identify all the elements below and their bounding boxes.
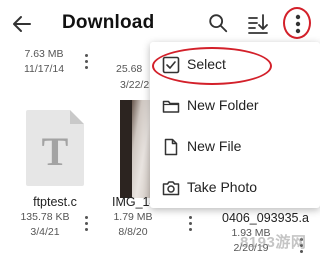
file-date: 11/17/14: [23, 63, 65, 75]
file-size: 1.79 MB: [113, 211, 153, 223]
menu-item-new-folder[interactable]: New Folder: [150, 86, 320, 126]
menu-item-new-file[interactable]: New File: [150, 127, 320, 167]
image-dark-region: [120, 100, 132, 198]
menu-item-label: New File: [187, 138, 242, 154]
file-date: 8/8/20: [118, 226, 148, 238]
text-file-icon: T: [41, 129, 69, 174]
page-fold: [70, 110, 84, 124]
menu-item-label: Take Photo: [187, 179, 258, 195]
menu-item-take-photo[interactable]: Take Photo: [150, 168, 320, 208]
file-name: ftptest.c: [33, 195, 77, 209]
highlight-ellipse-select: [152, 47, 272, 85]
page-title: Download: [62, 12, 155, 33]
file-date: 3/4/21: [30, 226, 60, 238]
text-file-thumbnail[interactable]: T: [26, 110, 84, 186]
file-options-icon[interactable]: [83, 54, 89, 72]
top-app-bar: Download: [0, 0, 320, 48]
file-size: 135.78 KB: [20, 211, 70, 223]
search-icon[interactable]: [207, 12, 229, 34]
sort-icon[interactable]: [246, 12, 270, 36]
watermark-text: 8193游网: [240, 234, 307, 251]
highlight-circle-more: [283, 7, 311, 39]
folder-icon: [162, 100, 180, 113]
camera-icon: [162, 181, 180, 196]
file-options-icon[interactable]: [187, 216, 193, 234]
back-arrow-icon[interactable]: [10, 12, 34, 36]
file-icon: [164, 138, 178, 156]
file-name: 0406_093935.a: [222, 211, 309, 225]
file-size: 7.63 MB: [24, 48, 64, 60]
file-options-icon[interactable]: [83, 216, 89, 234]
menu-item-label: New Folder: [187, 97, 259, 113]
